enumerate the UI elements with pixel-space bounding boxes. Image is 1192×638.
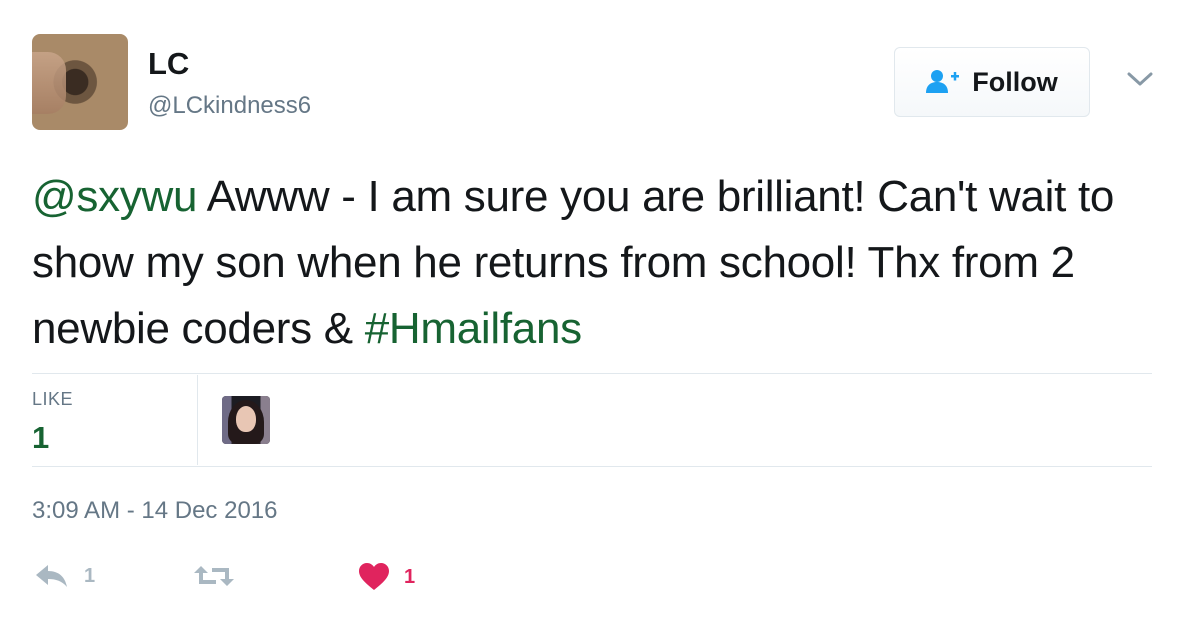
retweet-button[interactable] (192, 562, 250, 590)
stats-separator (197, 375, 198, 465)
stats-divider-top (32, 373, 1152, 374)
liker-avatar[interactable] (222, 396, 270, 444)
stats-divider-bottom (32, 466, 1152, 467)
tweet-text: @sxywu Awww - I am sure you are brillian… (32, 164, 1172, 362)
tweet-timestamp[interactable]: 3:09 AM - 14 Dec 2016 (32, 497, 277, 525)
likes-label: LIKE (32, 389, 74, 409)
reply-button[interactable]: 1 (34, 562, 95, 590)
hashtag-link[interactable]: #Hmailfans (365, 304, 582, 353)
like-action-count: 1 (404, 565, 416, 588)
chevron-down-icon[interactable] (1126, 70, 1154, 88)
add-user-icon (926, 70, 960, 93)
reply-count: 1 (84, 564, 96, 587)
heart-icon (359, 563, 389, 590)
follow-button[interactable]: Follow (894, 47, 1090, 117)
user-avatar[interactable] (32, 34, 128, 130)
mention-link[interactable]: @sxywu (32, 172, 197, 221)
reply-icon (36, 565, 67, 587)
retweet-icon (194, 566, 234, 586)
user-handle[interactable]: @LCkindness6 (148, 92, 311, 120)
user-name[interactable]: LC (148, 46, 189, 82)
follow-label: Follow (972, 66, 1058, 97)
like-button[interactable]: 1 (358, 562, 415, 592)
likes-count[interactable]: 1 (32, 420, 49, 456)
